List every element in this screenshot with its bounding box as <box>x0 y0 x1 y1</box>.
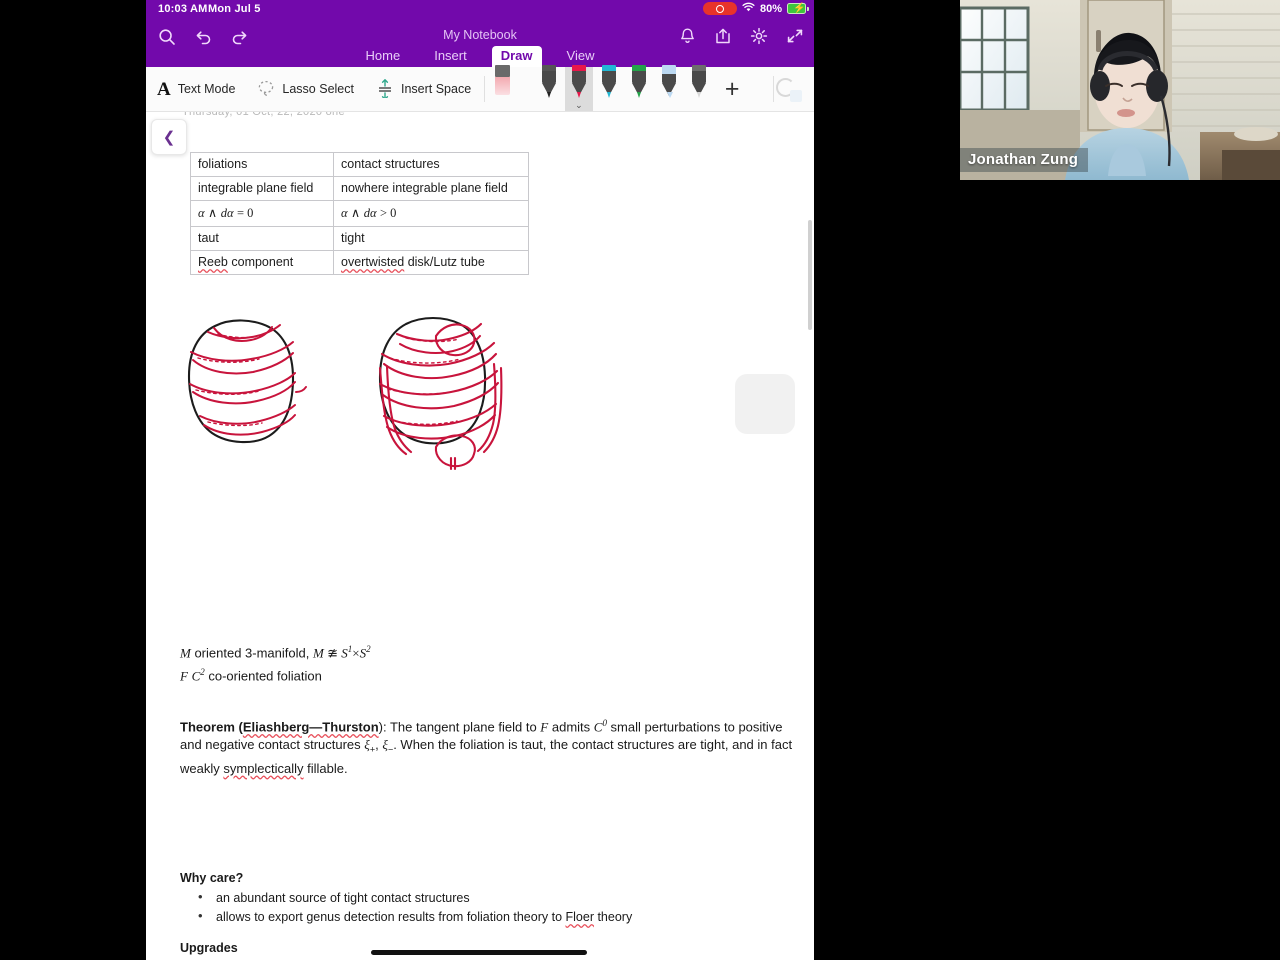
text-mode-button[interactable]: A Text Mode <box>146 67 246 111</box>
insert-space-icon <box>376 78 394 101</box>
ribbon-divider-right <box>773 76 774 102</box>
cell-integrable-plane-field: integrable plane field <box>190 176 334 201</box>
ribbon-tab-bar: Home Insert Draw View <box>146 46 814 67</box>
table-row: taut tight <box>190 226 529 251</box>
table-row: α ∧ dα = 0 α ∧ dα > 0 <box>190 200 529 227</box>
table-row: foliations contact structures <box>190 152 529 177</box>
lasso-icon <box>257 79 275 100</box>
ios-status-bar: 10:03 AM Mon Jul 5 80% ⚡ <box>146 0 814 20</box>
cell-alpha-wedge-zero: α ∧ dα = 0 <box>190 200 334 227</box>
recording-indicator <box>702 2 737 15</box>
list-item: an abundant source of tight contact stru… <box>198 888 632 908</box>
tool-highlighter-blue[interactable] <box>655 65 683 111</box>
page-content: foliations contact structures integrable… <box>146 112 814 960</box>
why-care-bullet-list: an abundant source of tight contact stru… <box>180 888 632 927</box>
theorem-authors: Eliashberg—Thurston <box>242 718 379 734</box>
back-button[interactable]: ❮ <box>151 119 187 155</box>
record-dot-icon <box>715 4 724 13</box>
pen-options-chevron-down-icon[interactable]: ⌄ <box>575 101 583 110</box>
cell-reeb-component: Reeb component <box>190 250 334 275</box>
webcam-video-panel[interactable]: Jonathan Zung <box>960 0 1280 180</box>
screen: 10:03 AM Mon Jul 5 80% ⚡ My Notebook Hom… <box>0 0 1280 960</box>
manifold-M: M <box>180 645 191 661</box>
door-handle <box>1096 30 1101 52</box>
why-care-heading: Why care? <box>180 871 244 885</box>
collapse-arrows-icon[interactable] <box>784 25 806 47</box>
math-text-block: M oriented 3-manifold, M ≇ S1×S2 F C2 co… <box>180 640 800 778</box>
left-sphere-foliation-leaves <box>189 324 307 436</box>
notebook-canvas[interactable]: Thursday, 01 Oct, 22, 2020 one ❮ foliati… <box>146 112 814 960</box>
vertical-scrollbar[interactable] <box>808 220 812 330</box>
left-sphere-dashed-leaves <box>195 333 265 427</box>
manifold-line: M oriented 3-manifold, M ≇ S1×S2 <box>180 644 371 661</box>
chevron-left-icon: ❮ <box>162 128 176 146</box>
participant-name-label: Jonathan Zung <box>960 148 1089 172</box>
text-mode-icon: A <box>157 78 171 100</box>
ribbon-divider <box>484 76 486 102</box>
status-time: 10:03 AM <box>158 3 208 15</box>
lasso-select-label: Lasso Select <box>282 82 354 96</box>
tool-pen-cyan[interactable] <box>595 65 623 111</box>
gear-icon[interactable] <box>748 25 770 47</box>
wavy-symplectically: symplectically <box>223 760 304 776</box>
headphone-right <box>1146 70 1168 102</box>
text-mode-label: Text Mode <box>177 82 236 96</box>
horizontal-scrollbar-thumb[interactable] <box>371 950 587 955</box>
cell-alpha-wedge-positive: α ∧ dα > 0 <box>333 200 529 227</box>
tab-insert[interactable]: Insert <box>425 46 476 67</box>
ink-to-shape-icon[interactable] <box>776 76 802 102</box>
cell-tight: tight <box>333 226 529 251</box>
tool-pen-white[interactable] <box>685 65 713 111</box>
ribbon-right-group <box>771 76 814 102</box>
tab-draw[interactable]: Draw <box>491 46 542 67</box>
status-date: Mon Jul 5 <box>208 3 261 15</box>
cell-nowhere-integrable-plane-field: nowhere integrable plane field <box>333 176 529 201</box>
insert-space-button[interactable]: Insert Space <box>365 67 482 111</box>
foliation-line: F C2 co-oriented foliation <box>180 666 322 684</box>
floating-ghost-button[interactable] <box>735 374 795 434</box>
table-row: Reeb component overtwisted disk/Lutz tub… <box>190 250 529 275</box>
theorem-paragraph: Theorem (Eliashberg—Thurston): The tange… <box>180 717 793 776</box>
share-icon[interactable] <box>712 25 734 47</box>
lasso-select-button[interactable]: Lasso Select <box>246 67 365 111</box>
notification-bell-icon[interactable] <box>676 25 698 47</box>
list-item: allows to export genus detection results… <box>198 907 632 927</box>
cell-taut: taut <box>190 226 334 251</box>
tab-view[interactable]: View <box>558 46 604 67</box>
insert-space-label: Insert Space <box>400 82 472 96</box>
battery-charging-icon: ⚡ <box>787 3 809 14</box>
app-title-bar: My Notebook Home Insert Draw View <box>146 20 814 67</box>
table-row: integrable plane field nowhere integrabl… <box>190 176 529 201</box>
foliations-vs-contact-table: foliations contact structures integrable… <box>190 152 529 275</box>
status-right-group: 80% ⚡ <box>702 2 809 15</box>
cell-overtwisted-disk: overtwisted disk/Lutz tube <box>333 250 529 275</box>
tool-pen-black[interactable] <box>535 65 563 111</box>
tool-pen-green[interactable] <box>625 65 653 111</box>
title-bar-right-tools <box>676 25 806 47</box>
foliation-sketches-svg <box>187 316 503 471</box>
tool-pen-red[interactable]: ⌄ <box>565 65 594 111</box>
cell-contact-structures: contact structures <box>333 152 529 177</box>
pen-tray: ⌄ + <box>487 65 749 111</box>
tool-eraser[interactable] <box>489 65 515 111</box>
add-pen-button[interactable]: + <box>715 67 749 111</box>
draw-ribbon: A Text Mode Lasso Select Insert Space ⌄ … <box>146 65 814 112</box>
why-care-section: Why care? an abundant source of tight co… <box>180 869 632 927</box>
sphere-drawings <box>184 308 554 483</box>
wifi-icon <box>742 2 755 15</box>
notebook-app-window: 10:03 AM Mon Jul 5 80% ⚡ My Notebook Hom… <box>146 0 814 960</box>
person-mouth <box>1117 109 1135 117</box>
battery-percent: 80% <box>759 2 782 15</box>
cell-foliations: foliations <box>190 152 334 177</box>
floer-word: Floer <box>565 910 594 924</box>
tab-home[interactable]: Home <box>357 46 410 67</box>
